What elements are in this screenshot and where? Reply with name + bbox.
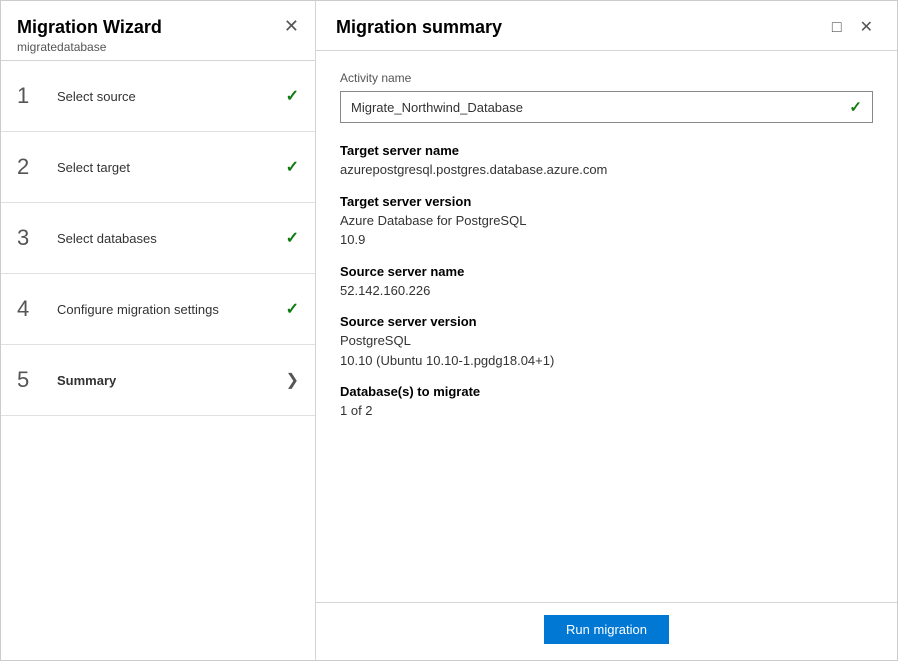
step-number-5: 5 xyxy=(17,367,45,393)
source-server-version-label: Source server version xyxy=(340,314,873,329)
right-header: Migration summary □ ✕ xyxy=(316,1,897,51)
step-label-2: Select target xyxy=(57,160,286,175)
source-server-version-section: Source server version PostgreSQL 10.10 (… xyxy=(340,314,873,370)
source-server-version-line1: PostgreSQL xyxy=(340,331,873,351)
target-server-version-label: Target server version xyxy=(340,194,873,209)
activity-check-icon: ✓ xyxy=(849,98,862,116)
step-number-1: 1 xyxy=(17,83,45,109)
source-server-name-label: Source server name xyxy=(340,264,873,279)
step-item-3[interactable]: 3 Select databases ✓ xyxy=(1,203,315,274)
step-number-2: 2 xyxy=(17,154,45,180)
activity-input-row: ✓ xyxy=(340,91,873,123)
target-server-name-value: azurepostgresql.postgres.database.azure.… xyxy=(340,160,873,180)
right-footer: Run migration xyxy=(316,602,897,660)
step-item-2[interactable]: 2 Select target ✓ xyxy=(1,132,315,203)
source-server-version-line2: 10.10 (Ubuntu 10.10-1.pgdg18.04+1) xyxy=(340,351,873,371)
step-item-5[interactable]: 5 Summary ❯ xyxy=(1,345,315,416)
right-title: Migration summary xyxy=(336,17,502,38)
migration-wizard-dialog: Migration Wizard migratedatabase ✕ 1 Sel… xyxy=(0,0,898,661)
maximize-button[interactable]: □ xyxy=(828,18,846,38)
databases-to-migrate-value: 1 of 2 xyxy=(340,401,873,421)
wizard-subtitle: migratedatabase xyxy=(17,40,162,54)
source-server-name-value: 52.142.160.226 xyxy=(340,281,873,301)
right-close-button[interactable]: ✕ xyxy=(856,18,877,38)
target-server-name-label: Target server name xyxy=(340,143,873,158)
left-close-button[interactable]: ✕ xyxy=(284,17,299,35)
right-header-icons: □ ✕ xyxy=(828,18,877,38)
chevron-right-icon: ❯ xyxy=(286,370,299,390)
step-check-3: ✓ xyxy=(286,228,299,248)
step-label-3: Select databases xyxy=(57,231,286,246)
activity-name-label: Activity name xyxy=(340,71,873,85)
step-check-2: ✓ xyxy=(286,157,299,177)
left-header: Migration Wizard migratedatabase ✕ xyxy=(1,1,315,61)
target-server-version-line1: Azure Database for PostgreSQL xyxy=(340,211,873,231)
source-server-name-section: Source server name 52.142.160.226 xyxy=(340,264,873,301)
databases-to-migrate-label: Database(s) to migrate xyxy=(340,384,873,399)
right-content: Activity name ✓ Target server name azure… xyxy=(316,51,897,602)
step-label-5: Summary xyxy=(57,373,286,388)
step-check-1: ✓ xyxy=(286,86,299,106)
left-panel: Migration Wizard migratedatabase ✕ 1 Sel… xyxy=(1,1,316,660)
step-label-4: Configure migration settings xyxy=(57,302,286,317)
step-list: 1 Select source ✓ 2 Select target ✓ 3 Se… xyxy=(1,61,315,660)
step-item-1[interactable]: 1 Select source ✓ xyxy=(1,61,315,132)
step-item-4[interactable]: 4 Configure migration settings ✓ xyxy=(1,274,315,345)
step-number-3: 3 xyxy=(17,225,45,251)
step-check-4: ✓ xyxy=(286,299,299,319)
step-number-4: 4 xyxy=(17,296,45,322)
wizard-title: Migration Wizard xyxy=(17,17,162,38)
databases-to-migrate-section: Database(s) to migrate 1 of 2 xyxy=(340,384,873,421)
target-server-version-section: Target server version Azure Database for… xyxy=(340,194,873,250)
activity-name-input[interactable] xyxy=(351,100,849,115)
right-panel: Migration summary □ ✕ Activity name ✓ Ta… xyxy=(316,1,897,660)
step-label-1: Select source xyxy=(57,89,286,104)
run-migration-button[interactable]: Run migration xyxy=(544,615,669,644)
target-server-name-section: Target server name azurepostgresql.postg… xyxy=(340,143,873,180)
target-server-version-line2: 10.9 xyxy=(340,230,873,250)
